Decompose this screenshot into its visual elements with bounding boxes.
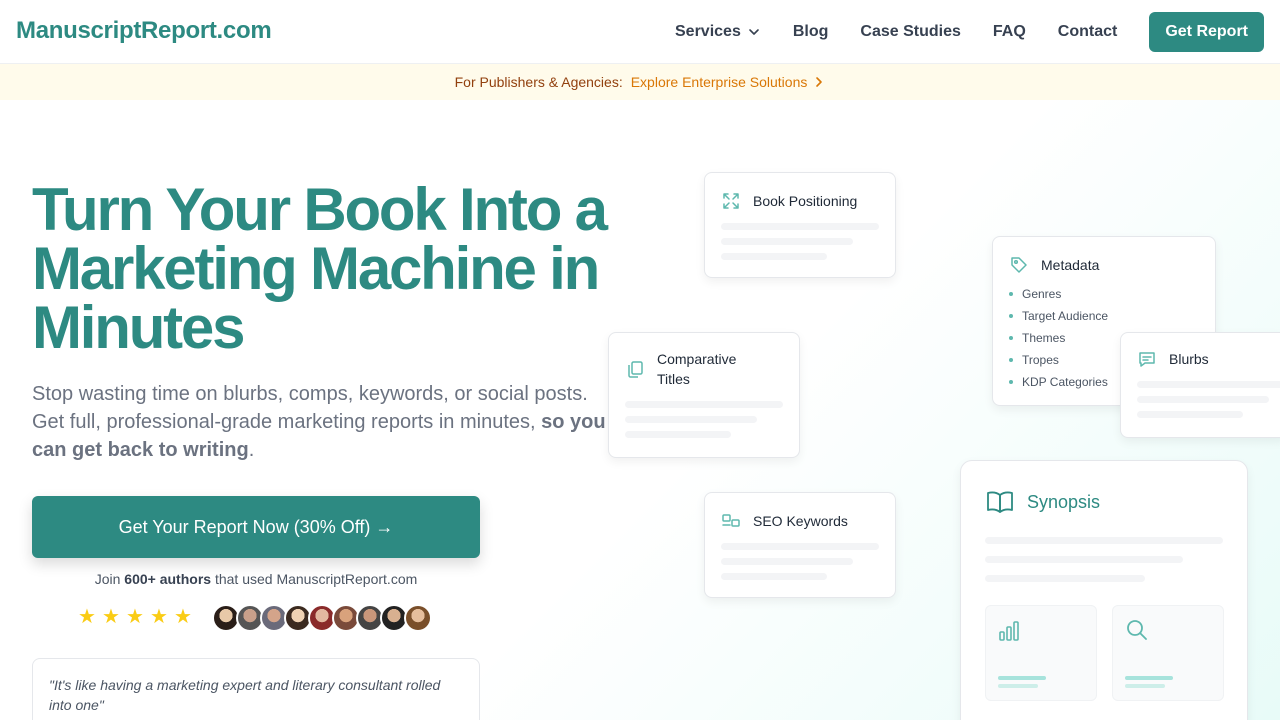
placeholder-line (625, 401, 783, 408)
metadata-item-label: Genres (1022, 287, 1062, 301)
enterprise-link[interactable]: Explore Enterprise Solutions (631, 74, 826, 90)
card-synopsis: Synopsis (960, 460, 1248, 720)
get-your-report-button[interactable]: Get Your Report Now (30% Off) → (32, 496, 480, 558)
star-icon: ★ (78, 606, 96, 628)
hero-subtitle: Stop wasting time on blurbs, comps, keyw… (32, 380, 622, 464)
nav-blog[interactable]: Blog (793, 23, 829, 41)
placeholder-line (721, 253, 827, 260)
nav-case-studies[interactable]: Case Studies (860, 23, 960, 41)
social-proof-text: Join 600+ authors that used ManuscriptRe… (32, 571, 480, 587)
enterprise-banner: For Publishers & Agencies: Explore Enter… (0, 64, 1280, 100)
card-seo-keywords: SEO Keywords (704, 492, 896, 598)
card-title: Blurbs (1169, 351, 1209, 367)
hero-title: Turn Your Book Into a Marketing Machine … (32, 176, 608, 361)
metadata-item-label: KDP Categories (1022, 375, 1108, 389)
tag-icon (1011, 257, 1027, 273)
bullet-dot (1009, 336, 1013, 340)
nav-contact[interactable]: Contact (1058, 23, 1118, 41)
chat-icon (1139, 352, 1155, 367)
placeholder-line (998, 676, 1046, 680)
card-title: SEO Keywords (753, 513, 848, 529)
bullet-dot (1009, 380, 1013, 384)
placeholder-line (721, 558, 853, 565)
nav-services-label: Services (675, 23, 741, 40)
card-book-positioning: Book Positioning (704, 172, 896, 278)
placeholder-line (721, 223, 879, 230)
rating-stars: ★ ★ ★ ★ ★ (78, 607, 198, 627)
search-panel (1112, 605, 1224, 701)
placeholder-line (1137, 411, 1243, 418)
placeholder-line (985, 537, 1223, 544)
placeholder-line (985, 556, 1183, 563)
placeholder-line (625, 431, 731, 438)
placeholder-line (985, 575, 1145, 582)
metadata-item-label: Target Audience (1022, 309, 1109, 323)
placeholder-line (1125, 676, 1173, 680)
copy-icon (628, 361, 643, 378)
site-logo[interactable]: ManuscriptReport.com (16, 17, 272, 45)
card-title: Metadata (1041, 257, 1100, 273)
expand-icon (723, 193, 739, 209)
placeholder-line (625, 416, 757, 423)
star-icon: ★ (174, 606, 192, 628)
card-title: Comparative Titles (657, 351, 737, 387)
hero-subtitle-end: . (248, 439, 255, 461)
list-item: Target Audience (1009, 305, 1199, 327)
bar-chart-icon (999, 621, 1019, 641)
star-icon: ★ (126, 606, 144, 628)
card-title: Synopsis (1027, 491, 1101, 512)
nav-links: Services Blog Case Studies FAQ Contact G… (643, 12, 1264, 52)
placeholder-line (1137, 381, 1280, 388)
list-item: Genres (1009, 283, 1199, 305)
placeholder-line (721, 573, 827, 580)
metadata-item-label: Tropes (1022, 353, 1059, 367)
nav-services[interactable]: Services (675, 23, 761, 41)
enterprise-link-label: Explore Enterprise Solutions (630, 74, 808, 90)
placeholder-line (721, 543, 879, 550)
bullet-dot (1009, 292, 1013, 296)
join-prefix: Join (94, 571, 121, 587)
card-title: Book Positioning (753, 193, 858, 209)
avatar (404, 604, 432, 632)
star-icon: ★ (150, 606, 168, 628)
card-comparative-titles: Comparative Titles (608, 332, 800, 458)
chevron-down-icon (749, 29, 759, 35)
metadata-item-label: Themes (1022, 331, 1066, 345)
star-icon: ★ (102, 606, 120, 628)
stats-panel (985, 605, 1097, 701)
author-avatars (212, 604, 432, 632)
top-nav: ManuscriptReport.com Services Blog Case … (0, 0, 1280, 64)
placeholder-line (998, 684, 1038, 688)
search-icon (1127, 620, 1147, 640)
placeholder-line (1137, 396, 1269, 403)
join-suffix: that used ManuscriptReport.com (214, 571, 418, 587)
bullet-dot (1009, 314, 1013, 318)
nav-faq[interactable]: FAQ (993, 23, 1026, 41)
card-blurbs: Blurbs (1120, 332, 1280, 438)
get-report-button[interactable]: Get Report (1149, 12, 1264, 52)
banner-label: For Publishers & Agencies: (454, 74, 623, 90)
testimonial-quote: "It's like having a marketing expert and… (32, 658, 480, 720)
chevron-right-icon (816, 77, 823, 87)
placeholder-line (1125, 684, 1165, 688)
open-book-icon (987, 491, 1013, 513)
placeholder-line (721, 238, 853, 245)
keywords-icon (722, 514, 740, 527)
hero-subtitle-text: Stop wasting time on blurbs, comps, keyw… (32, 383, 588, 433)
bullet-dot (1009, 358, 1013, 362)
join-count: 600+ authors (124, 571, 212, 587)
